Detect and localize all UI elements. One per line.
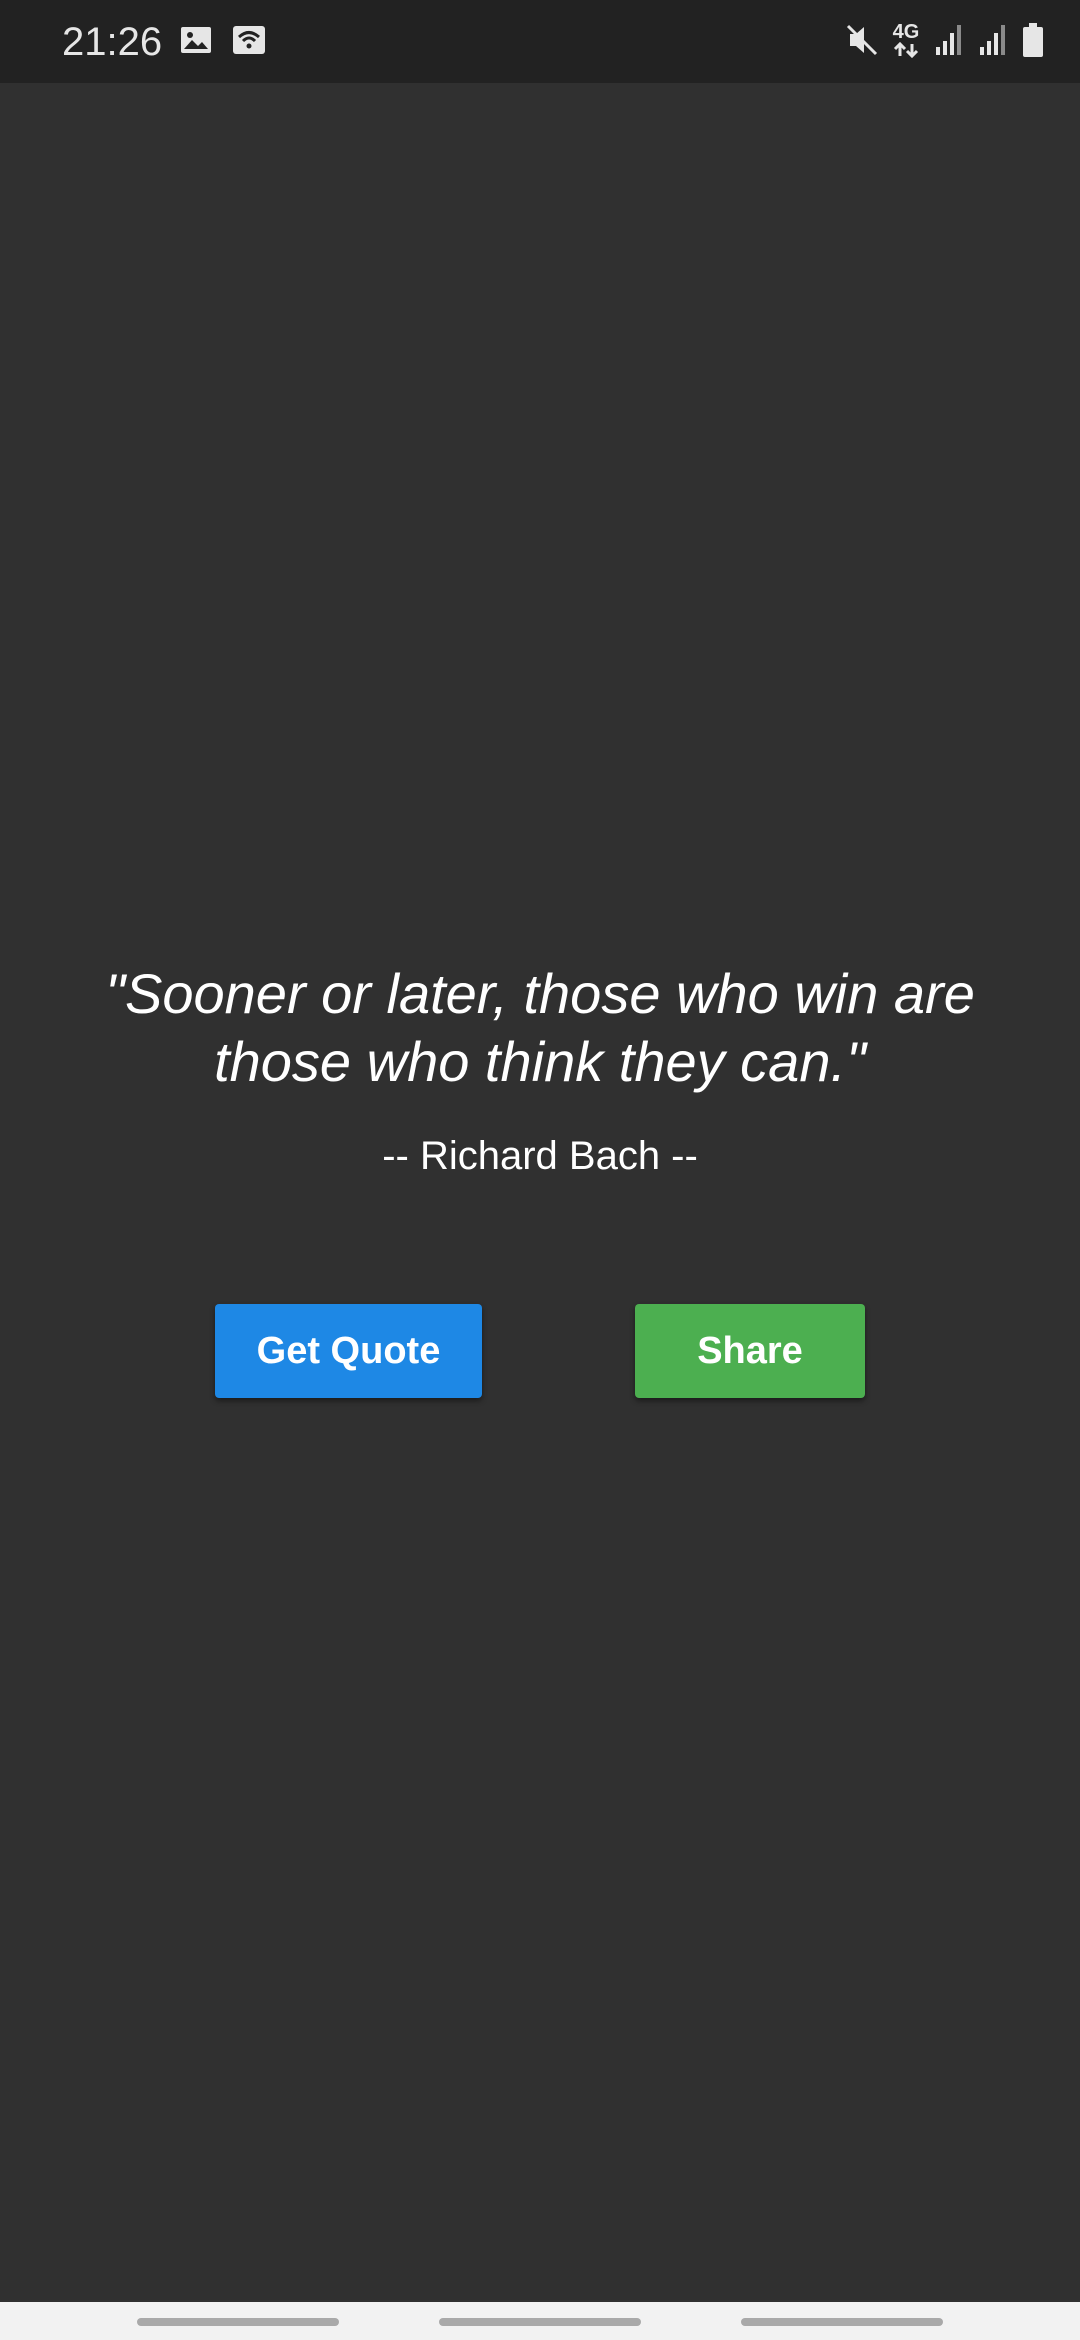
status-right-icons: 4G [846, 22, 1044, 58]
image-icon [180, 24, 212, 56]
get-quote-button[interactable]: Get Quote [215, 1304, 482, 1398]
nav-home-handle[interactable] [439, 2318, 641, 2326]
nav-back-handle[interactable] [741, 2318, 943, 2326]
signal-icon [978, 23, 1008, 57]
signal-icon [934, 23, 964, 57]
status-left-icons [180, 24, 266, 56]
wifi-calling-icon [232, 24, 266, 56]
navigation-bar [0, 2302, 1080, 2340]
share-button[interactable]: Share [635, 1304, 865, 1398]
4g-data-icon: 4G [892, 22, 920, 58]
app-screen: 21:26 4G "Sooner or later, those who win… [0, 0, 1080, 2340]
quote-container: "Sooner or later, those who win are thos… [0, 960, 1080, 1180]
status-bar: 21:26 4G [0, 0, 1080, 83]
quote-author: -- Richard Bach -- [382, 1134, 698, 1178]
status-time: 21:26 [62, 20, 163, 64]
quote-text: "Sooner or later, those who win are thos… [105, 962, 975, 1093]
mute-icon [846, 22, 878, 58]
network-label: 4G [892, 21, 920, 43]
battery-icon [1022, 22, 1044, 58]
nav-recents-handle[interactable] [137, 2318, 339, 2326]
